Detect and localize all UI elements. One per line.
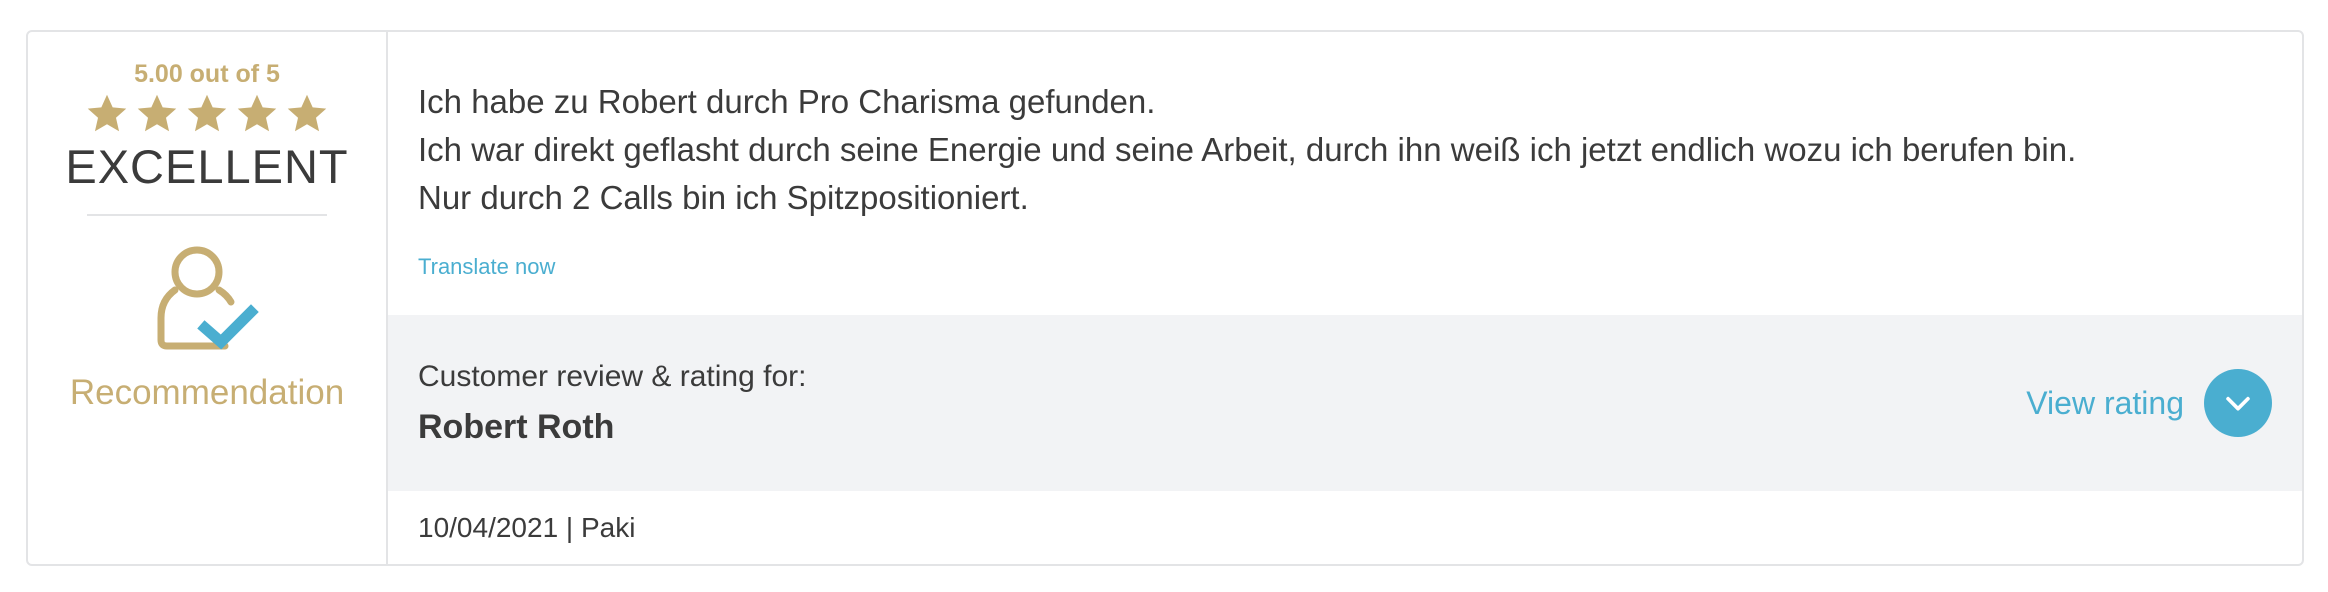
star-icon	[135, 92, 179, 136]
review-line: Ich habe zu Robert durch Pro Charisma ge…	[418, 83, 1156, 120]
review-line: Ich war direkt geflasht durch seine Ener…	[418, 131, 2077, 168]
rating-panel: 5.00 out of 5 EXCELLENT Recommendation	[28, 32, 388, 564]
translate-link[interactable]: Translate now	[418, 254, 555, 280]
chevron-down-icon	[2226, 396, 2250, 411]
star-rating	[85, 92, 329, 136]
star-icon	[285, 92, 329, 136]
target-info: Customer review & rating for: Robert Rot…	[418, 359, 806, 447]
view-rating-toggle[interactable]	[2204, 369, 2272, 437]
rating-grade: EXCELLENT	[65, 140, 349, 193]
review-meta: 10/04/2021 | Paki	[418, 512, 636, 543]
review-body: Ich habe zu Robert durch Pro Charisma ge…	[388, 32, 2302, 315]
view-rating-button[interactable]: View rating	[2026, 369, 2272, 437]
target-name: Robert Roth	[418, 408, 615, 446]
rating-score: 5.00 out of 5	[134, 60, 280, 88]
review-target: Customer review & rating for: Robert Rot…	[388, 315, 2302, 491]
review-line: Nur durch 2 Calls bin ich Spitzpositioni…	[418, 179, 1029, 216]
recommendation-icon	[147, 240, 267, 365]
review-text: Ich habe zu Robert durch Pro Charisma ge…	[418, 78, 2272, 222]
star-icon	[185, 92, 229, 136]
review-panel: Ich habe zu Robert durch Pro Charisma ge…	[388, 32, 2302, 564]
divider	[87, 214, 327, 216]
star-icon	[85, 92, 129, 136]
view-rating-label[interactable]: View rating	[2026, 385, 2184, 421]
review-card: 5.00 out of 5 EXCELLENT Recommendation I…	[26, 30, 2304, 566]
recommendation-label: Recommendation	[69, 373, 345, 412]
target-caption: Customer review & rating for:	[418, 360, 807, 393]
star-icon	[235, 92, 279, 136]
